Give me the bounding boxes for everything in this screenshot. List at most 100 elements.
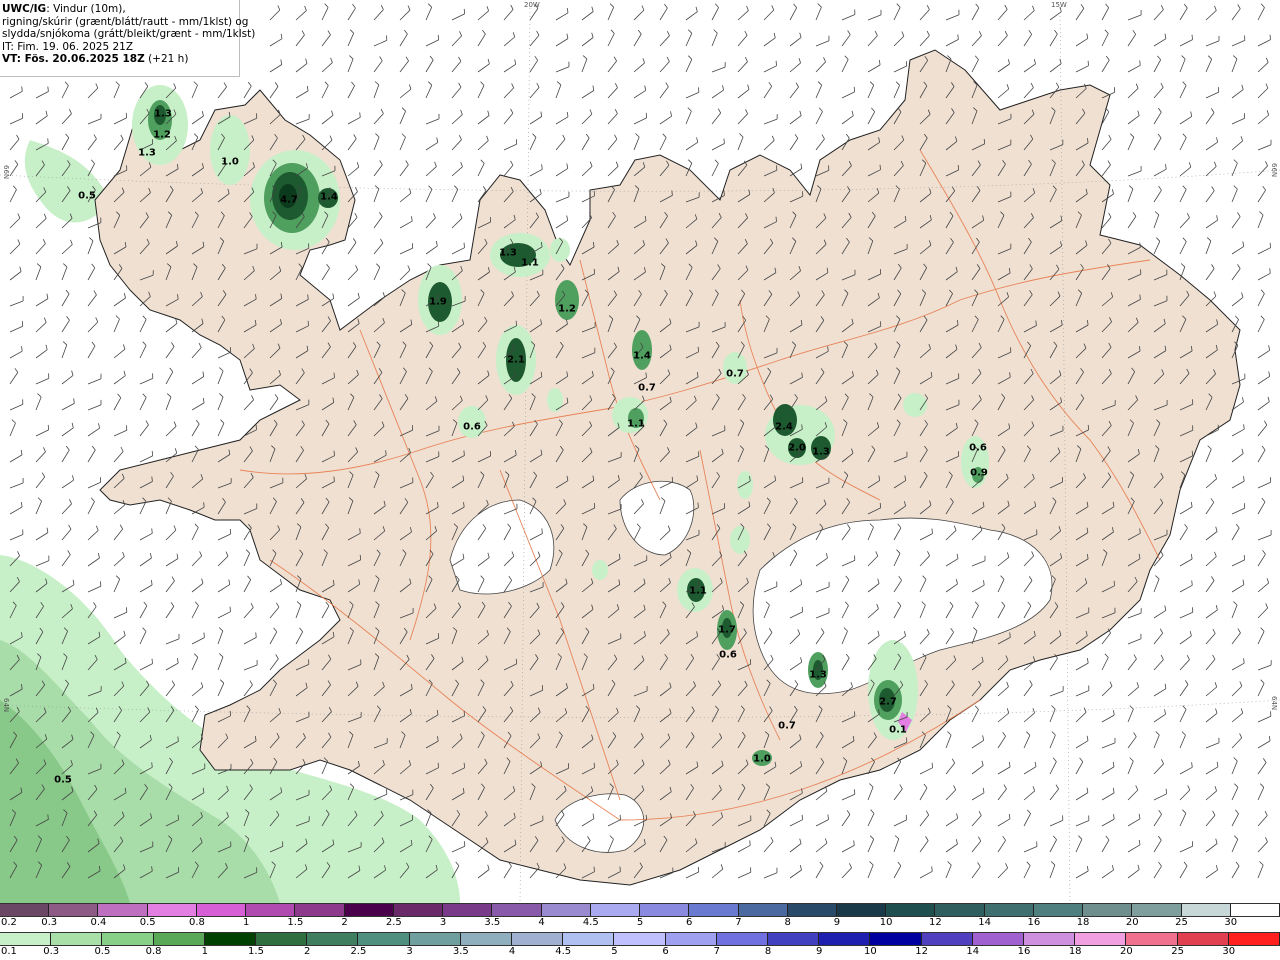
init-time: IT: Fim. 19. 06. 2025 21Z <box>2 40 134 53</box>
legend-swatch <box>98 904 148 916</box>
legend-label: 18 <box>1076 917 1090 928</box>
legend-label: 30 <box>1222 946 1236 957</box>
wind-barb-flag <box>463 242 465 248</box>
legend-swatch <box>614 933 666 945</box>
wind-barb-flag <box>879 164 881 170</box>
legend-label: 0.3 <box>43 946 60 957</box>
legend-swatch <box>1033 904 1084 916</box>
legend-label: 0.8 <box>188 917 205 928</box>
precip-value-label: 2.0 <box>788 442 806 454</box>
legend-swatch <box>819 933 871 945</box>
legend-label: 1 <box>242 917 250 928</box>
precip-value-label: 1.1 <box>689 585 707 597</box>
legend-swatch <box>1177 933 1229 945</box>
precip-value-label: 1.1 <box>521 257 539 269</box>
precip-value-label: 0.6 <box>969 442 987 454</box>
precip-value-label: 2.1 <box>507 354 525 366</box>
wind-barb-flag <box>593 866 595 872</box>
legend-swatch <box>590 904 641 916</box>
legend-swatch <box>716 933 769 945</box>
wind-barb-flag <box>515 320 517 326</box>
precip-value-label: 1.1 <box>627 418 645 430</box>
precip-value-label: 1.4 <box>320 191 338 203</box>
legend-swatch <box>409 933 461 945</box>
precip-value-label: 1.0 <box>221 156 239 168</box>
legend-label: 1 <box>201 946 208 957</box>
legend-label: 2.5 <box>385 917 402 928</box>
legend-label: 1.5 <box>248 946 264 957</box>
wind-barb-flag <box>1191 34 1193 40</box>
legend-swatch <box>51 933 103 945</box>
legend-label: 18 <box>1068 946 1082 957</box>
precip-value-label: 2.4 <box>775 421 793 433</box>
legend-label: 0.4 <box>90 917 107 928</box>
legend-swatch <box>541 904 591 916</box>
legend-swatch <box>886 904 936 916</box>
legend-swatch <box>768 933 820 945</box>
legend-label: 25 <box>1171 946 1184 957</box>
precip-value-label: 0.7 <box>778 720 796 732</box>
legend-swatch <box>512 933 564 945</box>
legend-swatch <box>1132 904 1182 916</box>
legend-label: 4 <box>508 946 516 957</box>
wind-barb-flag <box>333 450 335 456</box>
valid-time: VT: Fös. 20.06.2025 18Z <box>2 53 145 66</box>
legend-label: 6 <box>662 946 669 957</box>
model-name: UWC/IG <box>2 3 47 15</box>
legend-swatch <box>738 904 788 916</box>
legend-label: 12 <box>929 917 942 928</box>
legend-swatch <box>393 904 444 916</box>
legend-swatch <box>443 904 493 916</box>
legend-label: 10 <box>879 917 893 928</box>
wind-barb-flag <box>463 450 465 456</box>
precip-value-label: 1.3 <box>138 147 156 159</box>
legend-swatch <box>344 904 394 916</box>
legend-swatch <box>1024 933 1076 945</box>
legend-swatch <box>196 904 247 916</box>
legend-swatch <box>153 933 205 945</box>
rain-legend: 0.1 0.3 0.5 0.8 1 1.5 2 2.5 3 3.5 4 4.5 5 6 7 8 9 10 12 14 1… <box>0 932 1280 958</box>
legend-swatch <box>307 933 359 945</box>
legend-swatch <box>358 933 410 945</box>
legend-label: 0.2 <box>1 917 17 928</box>
legend-swatch <box>787 904 837 916</box>
info-line-2: rigning/skúrir (grænt/blátt/rautt - mm/1… <box>2 15 249 28</box>
legend-label: 4 <box>538 917 545 928</box>
legend-label: 7 <box>735 917 742 928</box>
grid-label-right-66n: 66N <box>1270 163 1278 178</box>
precip-value-label: 0.1 <box>889 724 907 736</box>
legend-swatch <box>1181 904 1231 916</box>
legend-swatch <box>1230 904 1280 916</box>
legend-label: 2.5 <box>350 946 367 957</box>
legend-swatch <box>102 933 154 945</box>
wind-barb-flag <box>1165 788 1167 794</box>
legend-swatch <box>0 904 50 916</box>
legend-label: 2 <box>341 917 348 928</box>
legend-swatch <box>1228 933 1280 945</box>
legend-swatch <box>984 904 1034 916</box>
legend-swatch <box>147 904 197 916</box>
precip-value-label: 0.7 <box>638 382 656 394</box>
wind-barb-flag <box>177 814 179 820</box>
wind-barb-flag <box>333 476 335 482</box>
legend-swatch <box>256 933 308 945</box>
wind-barb-flag <box>697 502 699 508</box>
legend-label: 9 <box>816 946 823 957</box>
precip-value-label: 1.3 <box>812 446 830 458</box>
variable-name: : Vindur (10m), <box>46 3 126 15</box>
legend-label: 3.5 <box>452 946 469 957</box>
precip-value-label: 0.6 <box>719 649 737 661</box>
legend-swatch <box>1075 933 1127 945</box>
legend-label: 7 <box>713 946 720 957</box>
precip-value-label: 1.7 <box>718 624 736 636</box>
precip-value-label: 0.7 <box>726 368 744 380</box>
precip-value-label: 0.9 <box>970 467 988 479</box>
precip-value-label: 0.6 <box>463 421 481 433</box>
legend-label: 20 <box>1125 917 1139 928</box>
grid-label-right-64n: 64N <box>1270 696 1278 711</box>
legend-label: 3.5 <box>484 917 501 928</box>
legend-swatch <box>563 933 615 945</box>
legend-label: 14 <box>978 917 991 928</box>
legend-swatch <box>689 904 739 916</box>
legend-label: 3 <box>439 917 447 928</box>
